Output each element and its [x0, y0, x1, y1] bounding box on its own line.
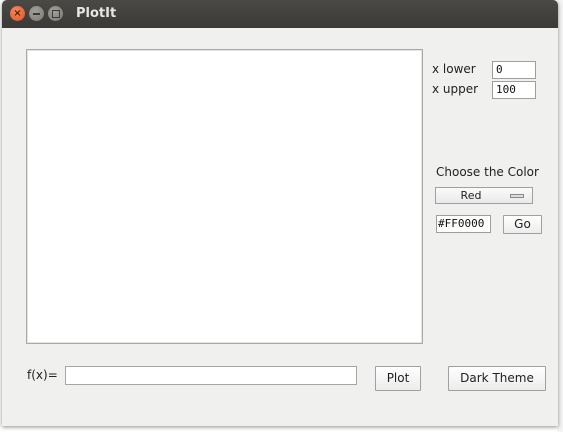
color-label: Choose the Color: [436, 165, 539, 179]
x-lower-label: x lower: [432, 62, 476, 76]
x-lower-input[interactable]: 0: [492, 61, 536, 79]
close-window-button[interactable]: ×: [10, 6, 25, 21]
color-dropdown[interactable]: Red: [435, 187, 533, 204]
x-upper-input[interactable]: 100: [492, 81, 536, 99]
window-title: PlotIt: [76, 6, 117, 21]
plot-canvas[interactable]: [26, 49, 423, 344]
plotit-window: × PlotIt x lower 0 x upper 100 Choose th…: [2, 0, 558, 426]
minimize-window-button[interactable]: [29, 6, 44, 21]
hex-color-input[interactable]: #FF0000: [436, 215, 491, 233]
color-dropdown-value: Red: [460, 189, 482, 202]
plot-button[interactable]: Plot: [375, 366, 421, 391]
dark-theme-button[interactable]: Dark Theme: [448, 366, 546, 391]
fx-label: f(x)=: [27, 368, 58, 382]
dropdown-handle-icon: [510, 194, 524, 198]
function-input[interactable]: [65, 366, 357, 385]
x-upper-label: x upper: [432, 82, 479, 96]
maximize-window-button[interactable]: [48, 6, 63, 21]
go-button[interactable]: Go: [503, 215, 542, 234]
title-bar[interactable]: × PlotIt: [2, 0, 558, 28]
